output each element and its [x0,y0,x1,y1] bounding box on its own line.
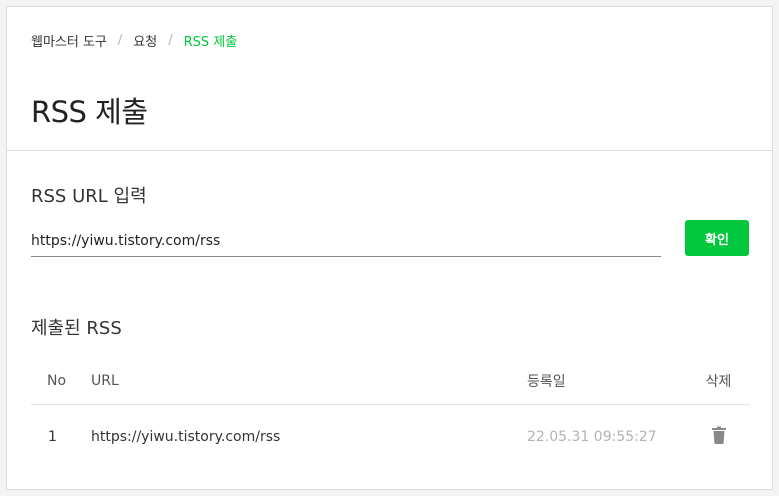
row-url: https://yiwu.tistory.com/rss [91,429,281,445]
page-header: 웹마스터 도구 / 요청 / RSS 제출 RSS 제출 [7,7,772,151]
submitted-rss-section-title: 제출된 RSS [31,318,122,339]
row-no: 1 [48,429,57,445]
page-title: RSS 제출 [31,95,148,129]
table-row: 1 https://yiwu.tistory.com/rss 22.05.31 … [31,405,750,469]
breadcrumb-separator: / [117,33,123,48]
column-header-delete: 삭제 [705,373,732,390]
breadcrumb-item-request[interactable]: 요청 [133,31,157,50]
rss-url-input[interactable] [31,225,661,257]
rss-url-section-title: RSS URL 입력 [31,186,147,207]
trash-icon[interactable] [709,425,729,445]
column-header-date: 등록일 [527,373,566,390]
row-delete-cell [687,425,750,449]
submitted-rss-table: No URL 등록일 삭제 1 https://yiwu.tistory.com… [31,357,750,469]
breadcrumb: 웹마스터 도구 / 요청 / RSS 제출 [31,31,237,50]
trash-icon-svg [711,426,726,444]
breadcrumb-item-webmaster-tools[interactable]: 웹마스터 도구 [31,31,107,50]
breadcrumb-separator: / [168,33,173,48]
breadcrumb-item-current: RSS 제출 [183,35,238,50]
column-header-url: URL [91,372,119,389]
column-header-no: No [47,372,67,389]
row-date: 22.05.31 09:55:27 [527,429,657,445]
rss-submit-card: 웹마스터 도구 / 요청 / RSS 제출 RSS 제출 RSS URL 입력 … [6,6,773,490]
confirm-button[interactable]: 확인 [685,220,749,256]
table-header: No URL 등록일 삭제 [31,357,750,405]
